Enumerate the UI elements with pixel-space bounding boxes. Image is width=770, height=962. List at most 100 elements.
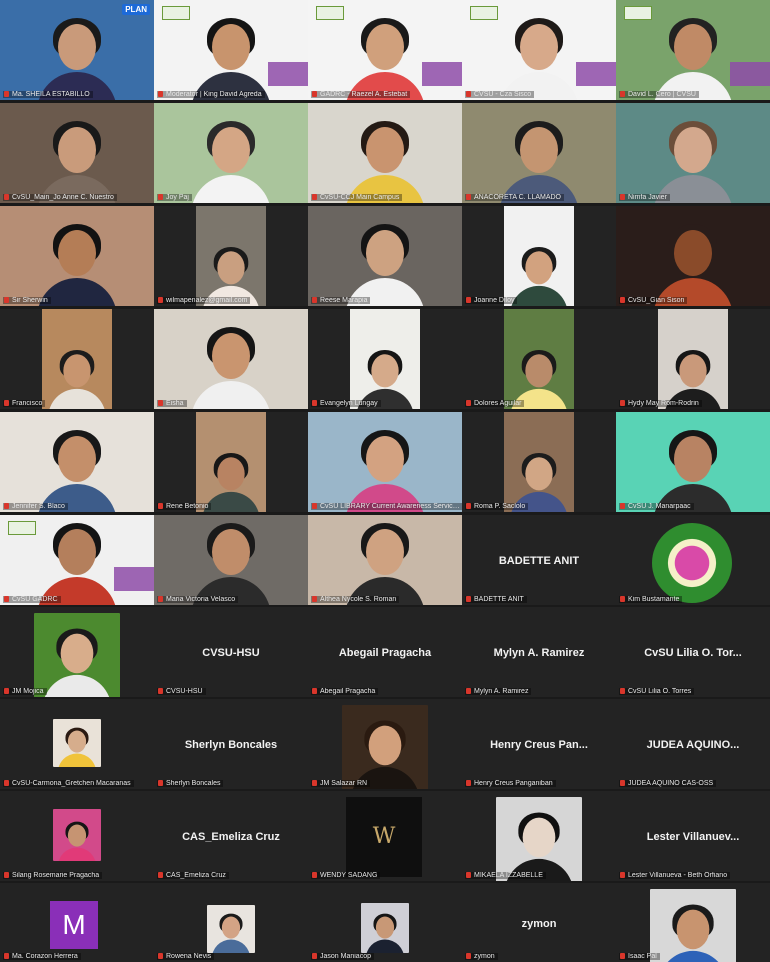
participant-tile[interactable]: zymon zymon	[462, 883, 616, 962]
participant-figure	[185, 14, 277, 100]
participant-tile[interactable]: CvSU-Carmona_Gretchen Macaranas	[0, 699, 154, 789]
participant-tile[interactable]: Roma P. Saclolo	[462, 412, 616, 512]
participant-tile[interactable]: MIKAELA IZZABELLE	[462, 791, 616, 881]
participant-tile[interactable]: CvSU GADRC	[0, 515, 154, 605]
mic-muted-icon	[4, 872, 9, 878]
participant-tile[interactable]: M Ma. Corazon Herrera	[0, 883, 154, 962]
participant-figure	[493, 117, 585, 203]
participant-name: JM Mojica	[12, 688, 44, 695]
participant-name-label: Evangelyn Lungay	[311, 400, 381, 407]
face	[58, 24, 96, 70]
participant-name: Moderator | King David Agreda	[166, 91, 262, 98]
participant-tile[interactable]: Joanne Diloy	[462, 206, 616, 306]
participant-tile[interactable]: Jason Maniacop	[308, 883, 462, 962]
mic-muted-icon	[158, 953, 163, 959]
participant-tile[interactable]: CvSU-CCJ Main Campus	[308, 103, 462, 203]
participant-tile[interactable]: JM Mojica	[0, 607, 154, 697]
participant-tile[interactable]: Althea Nycole S. Roman	[308, 515, 462, 605]
participant-name-label: CvSU LIBRARY Current Awareness Services	[311, 503, 462, 510]
participant-tile[interactable]: CvSU_Main_Jo Anne C. Nuestro	[0, 103, 154, 203]
participant-name: Roma P. Saclolo	[474, 503, 526, 510]
face	[520, 24, 558, 70]
participant-name: CvSU_Gian Sison	[628, 297, 685, 304]
profile-picture	[496, 797, 582, 881]
participant-figure	[339, 220, 431, 306]
participant-tile[interactable]: CVSU - Cza Sisco	[462, 0, 616, 100]
participant-name: David L. Cero | CVSU	[628, 91, 696, 98]
mic-muted-icon	[312, 503, 317, 509]
mic-muted-icon	[158, 297, 163, 303]
participant-name: Jason Maniacop	[320, 953, 371, 960]
participant-tile[interactable]: CvSU LIBRARY Current Awareness Services	[308, 412, 462, 512]
participant-tile[interactable]: Henry Creus Pan... Henry Creus Panganiban	[462, 699, 616, 789]
university-seal-avatar	[652, 523, 732, 603]
participant-name-label: Rene Betonio	[157, 503, 212, 510]
participant-name-label: Hydy May Rom-Rodrin	[619, 400, 702, 407]
participant-tile[interactable]: CvSU J. Manarpaac	[616, 412, 770, 512]
shirt	[191, 381, 271, 409]
participant-tile[interactable]: W WENDY SADANG	[308, 791, 462, 881]
participant-tile[interactable]: Jennifer S. Blaco	[0, 412, 154, 512]
face	[63, 354, 91, 388]
participant-tile[interactable]: Kim Bustamante	[616, 515, 770, 605]
participant-tile[interactable]: Sir Sherwin	[0, 206, 154, 306]
participant-tile[interactable]: Hydy May Rom-Rodrin	[616, 309, 770, 409]
profile-picture	[34, 613, 120, 697]
face	[58, 529, 96, 575]
participant-tile[interactable]: Lester Villanuev... Lester Villanueva - B…	[616, 791, 770, 881]
participant-tile[interactable]: Rowena Nevis	[154, 883, 308, 962]
video-feed-inner	[504, 206, 574, 306]
participant-figure	[55, 820, 99, 861]
participant-tile[interactable]: CvSU Lilia O. Tor... CvSU Lilia O. Torres	[616, 607, 770, 697]
participant-tile[interactable]: Maria Victoria Velasco	[154, 515, 308, 605]
participant-name-label: Sherlyn Boncales	[157, 780, 224, 787]
participant-tile[interactable]: Sherlyn Boncales Sherlyn Boncales	[154, 699, 308, 789]
mic-muted-icon	[4, 91, 9, 97]
participant-tile[interactable]: Joy Paj	[154, 103, 308, 203]
participant-tile[interactable]: Mylyn A. Ramirez Mylyn A. Ramirez	[462, 607, 616, 697]
participant-tile[interactable]: Isaac Pal	[616, 883, 770, 962]
video-feed	[0, 412, 154, 512]
participant-tile[interactable]: Francisco	[0, 309, 154, 409]
participant-tile[interactable]: Reese Marapia	[308, 206, 462, 306]
participant-tile[interactable]: Eisha	[154, 309, 308, 409]
participant-name-label: Joanne Diloy	[465, 297, 518, 304]
participant-name-label: wilmapenalez@gmail.com	[157, 297, 251, 304]
participant-tile[interactable]: PLAN Ma. SHEILA ESTABILLO	[0, 0, 154, 100]
face	[520, 127, 558, 173]
participant-tile[interactable]: Abegail Pragacha Abegail Pragacha	[308, 607, 462, 697]
video-feed	[616, 412, 770, 512]
participant-tile[interactable]: ANACORETA C. LLAMADO	[462, 103, 616, 203]
face	[217, 251, 245, 285]
participant-name: Lester Villanueva - Beth Orfiano	[628, 872, 728, 879]
participant-name-label: WENDY SADANG	[311, 872, 381, 879]
mic-muted-icon	[466, 503, 471, 509]
video-feed	[0, 309, 154, 409]
participant-tile[interactable]: Nimfa Javier	[616, 103, 770, 203]
participant-tile[interactable]: CvSU_Gian Sison	[616, 206, 770, 306]
participant-tile[interactable]: Moderator | King David Agreda	[154, 0, 308, 100]
participant-tile[interactable]: CAS_Emeliza Cruz CAS_Emeliza Cruz	[154, 791, 308, 881]
participant-tile[interactable]: GADRC - Raezel A. Estebat	[308, 0, 462, 100]
participant-tile[interactable]: BADETTE ANIT BADETTE ANIT	[462, 515, 616, 605]
video-feed	[0, 103, 154, 203]
mic-muted-icon	[620, 596, 625, 602]
participant-tile[interactable]: wilmapenalez@gmail.com	[154, 206, 308, 306]
participant-figure	[647, 117, 739, 203]
face	[67, 824, 87, 847]
participant-name: Henry Creus Panganiban	[474, 780, 553, 787]
mic-muted-icon	[158, 596, 163, 602]
participant-tile[interactable]: Evangelyn Lungay	[308, 309, 462, 409]
face	[525, 251, 553, 285]
face	[366, 127, 404, 173]
participant-tile[interactable]: Silang Rosemarie Pragacha	[0, 791, 154, 881]
participant-tile[interactable]: Rene Betonio	[154, 412, 308, 512]
participant-tile[interactable]: JM Salazar RN	[308, 699, 462, 789]
participant-name: GADRC - Raezel A. Estebat	[320, 91, 408, 98]
participant-tile[interactable]: CVSU-HSU CVSU-HSU	[154, 607, 308, 697]
participant-name-label: CvSU_Gian Sison	[619, 297, 688, 304]
participant-tile[interactable]: David L. Cero | CVSU	[616, 0, 770, 100]
video-feed	[308, 309, 462, 409]
participant-tile[interactable]: Dolores Aguilar	[462, 309, 616, 409]
participant-tile[interactable]: JUDEA AQUINO... JUDEA AQUINO CAS-OSS	[616, 699, 770, 789]
